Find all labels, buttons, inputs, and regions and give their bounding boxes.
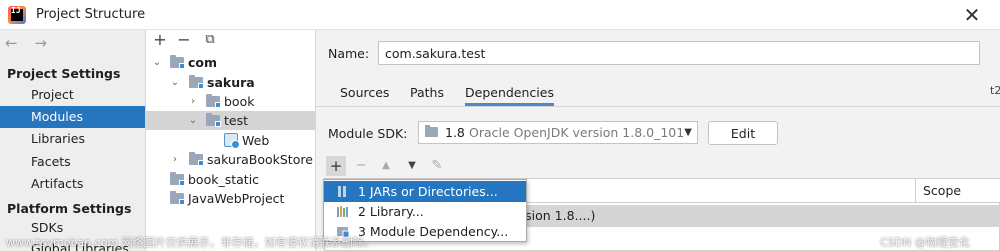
menu-item-label: 3 Module Dependency...: [358, 224, 509, 239]
sdk-description: Oracle OpenJDK version 1.8.0_101: [469, 125, 685, 140]
tree-node-label: JavaWebProject: [188, 191, 285, 206]
tree-toolbar: + − ⧉: [146, 30, 316, 52]
sidebar-item-modules[interactable]: Modules: [0, 106, 145, 128]
tree-node-label: book_static: [188, 172, 260, 187]
dependency-name: rsion 1.8....): [520, 208, 596, 223]
tab-paths[interactable]: Paths: [410, 85, 444, 100]
chevron-down-icon[interactable]: ⌄: [152, 53, 162, 72]
chevron-down-icon[interactable]: ⌄: [188, 111, 198, 130]
module-tabs: Sources Paths Dependencies: [316, 80, 1000, 107]
module-folder-icon: [170, 172, 185, 186]
sdk-version: 1.8: [445, 125, 465, 140]
window-title: Project Structure: [36, 7, 146, 22]
web-facet-icon: [224, 133, 240, 149]
move-down-icon[interactable]: ▼: [402, 156, 422, 176]
sidebar-item-facets[interactable]: Facets: [0, 151, 145, 173]
tree-node-label: book: [224, 94, 255, 109]
scope-column-header[interactable]: Scope: [915, 179, 1000, 203]
menu-item-library[interactable]: 2 Library...: [324, 201, 526, 222]
sidebar-item-libraries[interactable]: Libraries: [0, 128, 145, 150]
tree-node-sakurabookstore[interactable]: › sakuraBookStore: [146, 150, 316, 169]
menu-item-jars-or-directories[interactable]: 1 JARs or Directories...: [324, 181, 526, 202]
tree-node-label: test: [224, 113, 249, 128]
copy-icon[interactable]: ⧉: [201, 31, 219, 49]
watermark-left: www.toymoban.com 网络图片仅供展示，非存储，如有侵权请联系删除。: [6, 236, 375, 249]
section-project-settings: Project Settings: [7, 66, 121, 81]
jar-icon: [338, 186, 346, 197]
sidebar-item-project[interactable]: Project: [0, 84, 145, 106]
tree-node-com[interactable]: ⌄ com: [146, 53, 316, 72]
menu-item-label: 1 JARs or Directories...: [358, 184, 498, 199]
tab-dependencies[interactable]: Dependencies: [465, 85, 554, 106]
module-sdk-label: Module SDK:: [328, 126, 408, 141]
name-label: Name:: [328, 46, 370, 61]
add-dependency-popup: 1 JARs or Directories... 2 Library... 3 …: [323, 179, 527, 242]
tree-node-label: com: [188, 55, 218, 70]
sidebar-item-artifacts[interactable]: Artifacts: [0, 173, 145, 195]
module-tree-pane: + − ⧉ ⌄ com ⌄ sakura › book ⌄ test Web ›…: [146, 30, 316, 251]
module-sdk-select[interactable]: 1.8 Oracle OpenJDK version 1.8.0_101 ▼: [418, 121, 698, 144]
move-up-icon[interactable]: ▲: [376, 156, 396, 176]
tree-node-label: sakura: [207, 75, 255, 90]
clipped-background-text: t2: [990, 84, 1000, 97]
tree-node-book[interactable]: › book: [146, 92, 316, 111]
chevron-right-icon[interactable]: ›: [170, 150, 180, 169]
module-folder-icon: [170, 191, 185, 205]
module-folder-icon: [206, 94, 221, 108]
module-name-field[interactable]: [378, 41, 980, 65]
close-icon[interactable]: ✕: [960, 3, 984, 27]
library-icon: [337, 206, 348, 217]
add-dependency-icon[interactable]: +: [326, 156, 346, 176]
section-platform-settings: Platform Settings: [7, 201, 132, 216]
chevron-right-icon[interactable]: ›: [188, 92, 198, 111]
module-folder-icon: [206, 113, 221, 127]
tree-node-label: Web: [242, 133, 270, 148]
app-icon-label: IJ: [11, 6, 21, 15]
folder-icon: [189, 75, 204, 89]
tree-node-javawebproject[interactable]: JavaWebProject: [146, 189, 316, 208]
tree-node-web[interactable]: Web: [146, 131, 316, 150]
menu-item-label: 2 Library...: [358, 204, 424, 219]
edit-sdk-button[interactable]: Edit: [708, 121, 778, 145]
tree-node-sakura[interactable]: ⌄ sakura: [146, 73, 316, 92]
watermark-right: CSDN @物理变化: [880, 236, 970, 249]
dropdown-arrow-icon[interactable]: ▼: [684, 122, 692, 143]
folder-icon: [170, 55, 185, 69]
back-forward-arrows-icon[interactable]: ← →: [5, 34, 53, 52]
remove-icon[interactable]: −: [175, 31, 193, 49]
dependencies-toolbar: + − ▲ ▼ ✎: [326, 156, 986, 176]
settings-sidebar: ← → Project Settings Project Modules Lib…: [0, 30, 146, 251]
sdk-folder-icon: [425, 125, 438, 137]
chevron-down-icon[interactable]: ⌄: [170, 73, 180, 92]
tree-node-label: sakuraBookStore: [207, 152, 313, 167]
tab-sources[interactable]: Sources: [340, 85, 389, 100]
edit-dependency-icon[interactable]: ✎: [427, 156, 447, 176]
tree-node-test[interactable]: ⌄ test: [146, 111, 316, 130]
module-folder-icon: [189, 152, 204, 166]
add-icon[interactable]: +: [151, 31, 169, 49]
remove-dependency-icon[interactable]: −: [351, 156, 371, 176]
title-bar: IJ Project Structure ✕: [0, 0, 1000, 30]
tree-node-book-static[interactable]: book_static: [146, 170, 316, 189]
